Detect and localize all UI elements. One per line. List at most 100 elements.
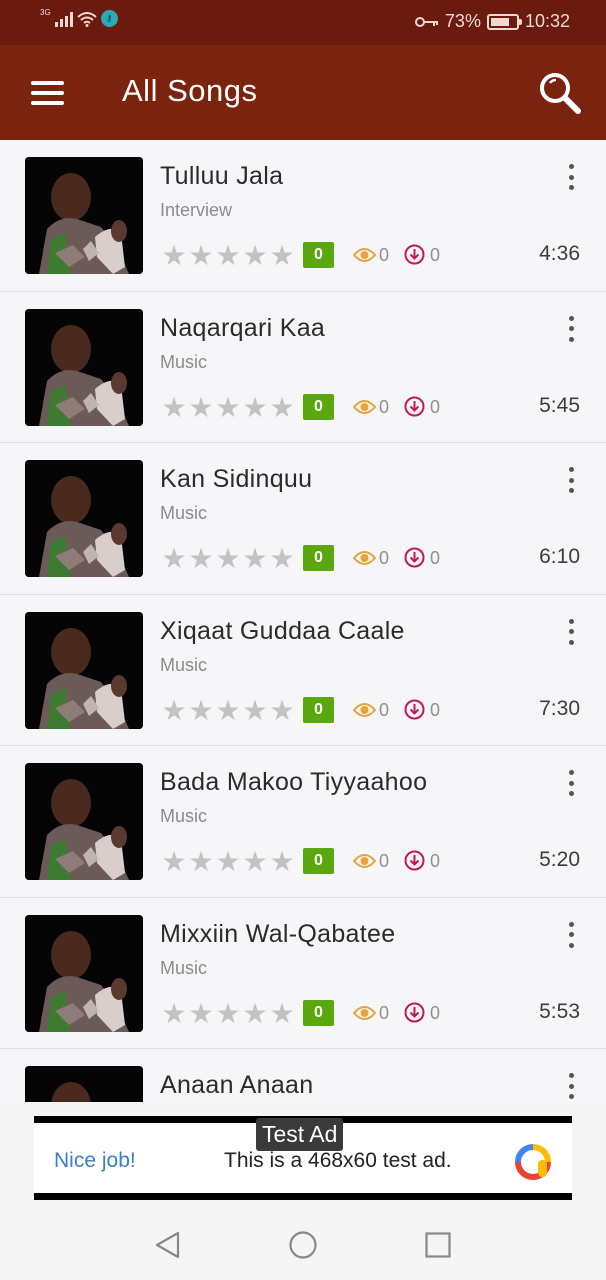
song-row[interactable]: Tulluu Jala Interview ★ ★ ★ ★ ★ 0 0 0 4:… xyxy=(0,140,606,292)
song-title: Mixxiin Wal-Qabatee xyxy=(160,919,396,948)
star-icon[interactable]: ★ xyxy=(242,393,268,421)
song-title: Xiqaat Guddaa Caale xyxy=(160,616,405,645)
download-count: 0 xyxy=(430,1002,441,1023)
song-category: Music xyxy=(160,503,208,523)
star-icon[interactable]: ★ xyxy=(215,242,241,270)
star-icon[interactable]: ★ xyxy=(188,393,214,421)
more-options-icon[interactable] xyxy=(561,164,581,190)
star-icon[interactable]: ★ xyxy=(161,696,187,724)
view-count: 0 xyxy=(379,1002,390,1023)
song-thumbnail xyxy=(25,914,143,1032)
rating-badge: 0 xyxy=(303,848,334,874)
star-icon[interactable]: ★ xyxy=(188,696,214,724)
song-title: Anaan Anaan xyxy=(160,1071,314,1099)
more-options-icon[interactable] xyxy=(561,315,581,342)
star-icon[interactable]: ★ xyxy=(269,242,295,270)
more-options-icon[interactable] xyxy=(561,921,581,948)
song-row[interactable]: Mixxiin Wal-Qabatee Music ★ ★ ★ ★ ★ 0 0 … xyxy=(0,897,606,1049)
ad-logo-icon xyxy=(515,1144,551,1180)
star-icon[interactable]: ★ xyxy=(161,242,187,270)
ad-label: Test Ad xyxy=(256,1118,344,1151)
rating-stars[interactable]: ★ ★ ★ ★ ★ xyxy=(161,545,295,573)
star-icon[interactable]: ★ xyxy=(269,848,295,876)
back-triangle-icon[interactable] xyxy=(153,1230,183,1260)
page-title: All Songs xyxy=(122,73,258,108)
star-icon[interactable]: ★ xyxy=(242,545,268,573)
home-circle-icon[interactable] xyxy=(288,1230,318,1260)
star-icon[interactable]: ★ xyxy=(215,999,241,1027)
star-icon[interactable]: ★ xyxy=(215,848,241,876)
star-icon[interactable]: ★ xyxy=(269,545,295,573)
more-options-icon[interactable] xyxy=(561,1073,581,1099)
battery-percent: 73% xyxy=(444,11,481,31)
more-options-icon[interactable] xyxy=(561,770,581,796)
view-count: 0 xyxy=(379,699,390,720)
recents-square-icon[interactable] xyxy=(423,1230,453,1260)
song-thumbnail xyxy=(25,1066,143,1102)
rating-badge: 0 xyxy=(303,696,334,723)
star-icon[interactable]: ★ xyxy=(215,696,241,724)
view-count: 0 xyxy=(379,851,390,871)
star-icon[interactable]: ★ xyxy=(269,999,295,1027)
rating-stars[interactable]: ★ ★ ★ ★ ★ xyxy=(161,999,295,1027)
song-duration: 5:20 xyxy=(539,848,580,871)
star-icon[interactable]: ★ xyxy=(269,393,295,421)
search-icon[interactable] xyxy=(538,71,582,115)
view-count: 0 xyxy=(379,548,390,568)
song-title: Naqarqari Kaa xyxy=(160,313,326,342)
song-row[interactable]: Bada Makoo Tiyyaahoo Music ★ ★ ★ ★ ★ 0 0… xyxy=(0,746,606,898)
rating-badge: 0 xyxy=(303,393,334,420)
song-duration: 7:30 xyxy=(539,696,580,720)
star-icon[interactable]: ★ xyxy=(242,999,268,1027)
star-icon[interactable]: ★ xyxy=(188,242,214,270)
star-icon[interactable]: ★ xyxy=(215,545,241,573)
song-duration: 5:45 xyxy=(539,393,580,417)
star-icon[interactable]: ★ xyxy=(161,999,187,1027)
song-title: Tulluu Jala xyxy=(160,162,284,190)
view-count: 0 xyxy=(379,245,390,265)
download-icon xyxy=(404,850,425,871)
song-title: Kan Sidinquu xyxy=(160,465,313,493)
song-row[interactable]: Xiqaat Guddaa Caale Music ★ ★ ★ ★ ★ 0 0 … xyxy=(0,594,606,746)
song-row[interactable]: Anaan Anaan xyxy=(0,1049,606,1102)
eye-icon xyxy=(352,1005,377,1021)
song-duration: 6:10 xyxy=(539,545,580,568)
song-row[interactable]: Naqarqari Kaa Music ★ ★ ★ ★ ★ 0 0 0 5:45 xyxy=(0,291,606,443)
song-thumbnail xyxy=(25,611,143,729)
rating-stars[interactable]: ★ ★ ★ ★ ★ xyxy=(161,393,295,421)
signal-icon xyxy=(54,11,73,27)
ad-nice-text: Nice job! xyxy=(54,1149,136,1172)
star-icon[interactable]: ★ xyxy=(188,545,214,573)
hamburger-menu-icon[interactable] xyxy=(31,81,64,105)
star-icon[interactable]: ★ xyxy=(269,696,295,724)
star-icon[interactable]: ★ xyxy=(188,999,214,1027)
star-icon[interactable]: ★ xyxy=(161,545,187,573)
song-category: Interview xyxy=(160,200,233,220)
star-icon[interactable]: ★ xyxy=(242,848,268,876)
song-thumbnail xyxy=(25,308,143,426)
more-options-icon[interactable] xyxy=(561,467,581,493)
rating-stars[interactable]: ★ ★ ★ ★ ★ xyxy=(161,696,295,724)
download-icon xyxy=(404,699,425,720)
song-title: Bada Makoo Tiyyaahoo xyxy=(160,768,428,796)
eye-icon xyxy=(352,247,377,263)
star-icon[interactable]: ★ xyxy=(215,393,241,421)
song-row[interactable]: Kan Sidinquu Music ★ ★ ★ ★ ★ 0 0 0 6:10 xyxy=(0,443,606,595)
download-count: 0 xyxy=(430,245,441,265)
star-icon[interactable]: ★ xyxy=(242,696,268,724)
song-list[interactable]: Tulluu Jala Interview ★ ★ ★ ★ ★ 0 0 0 4:… xyxy=(0,140,606,1102)
download-icon xyxy=(404,244,425,265)
song-category: Music xyxy=(160,351,208,372)
star-icon[interactable]: ★ xyxy=(161,848,187,876)
rating-badge: 0 xyxy=(303,999,334,1026)
download-icon xyxy=(404,1002,425,1023)
star-icon[interactable]: ★ xyxy=(161,393,187,421)
rating-stars[interactable]: ★ ★ ★ ★ ★ xyxy=(161,242,295,270)
battery-icon xyxy=(486,13,522,30)
star-icon[interactable]: ★ xyxy=(242,242,268,270)
song-category: Music xyxy=(160,654,208,675)
more-options-icon[interactable] xyxy=(561,618,581,645)
rating-stars[interactable]: ★ ★ ★ ★ ★ xyxy=(161,848,295,876)
star-icon[interactable]: ★ xyxy=(188,848,214,876)
rating-badge: 0 xyxy=(303,242,334,268)
